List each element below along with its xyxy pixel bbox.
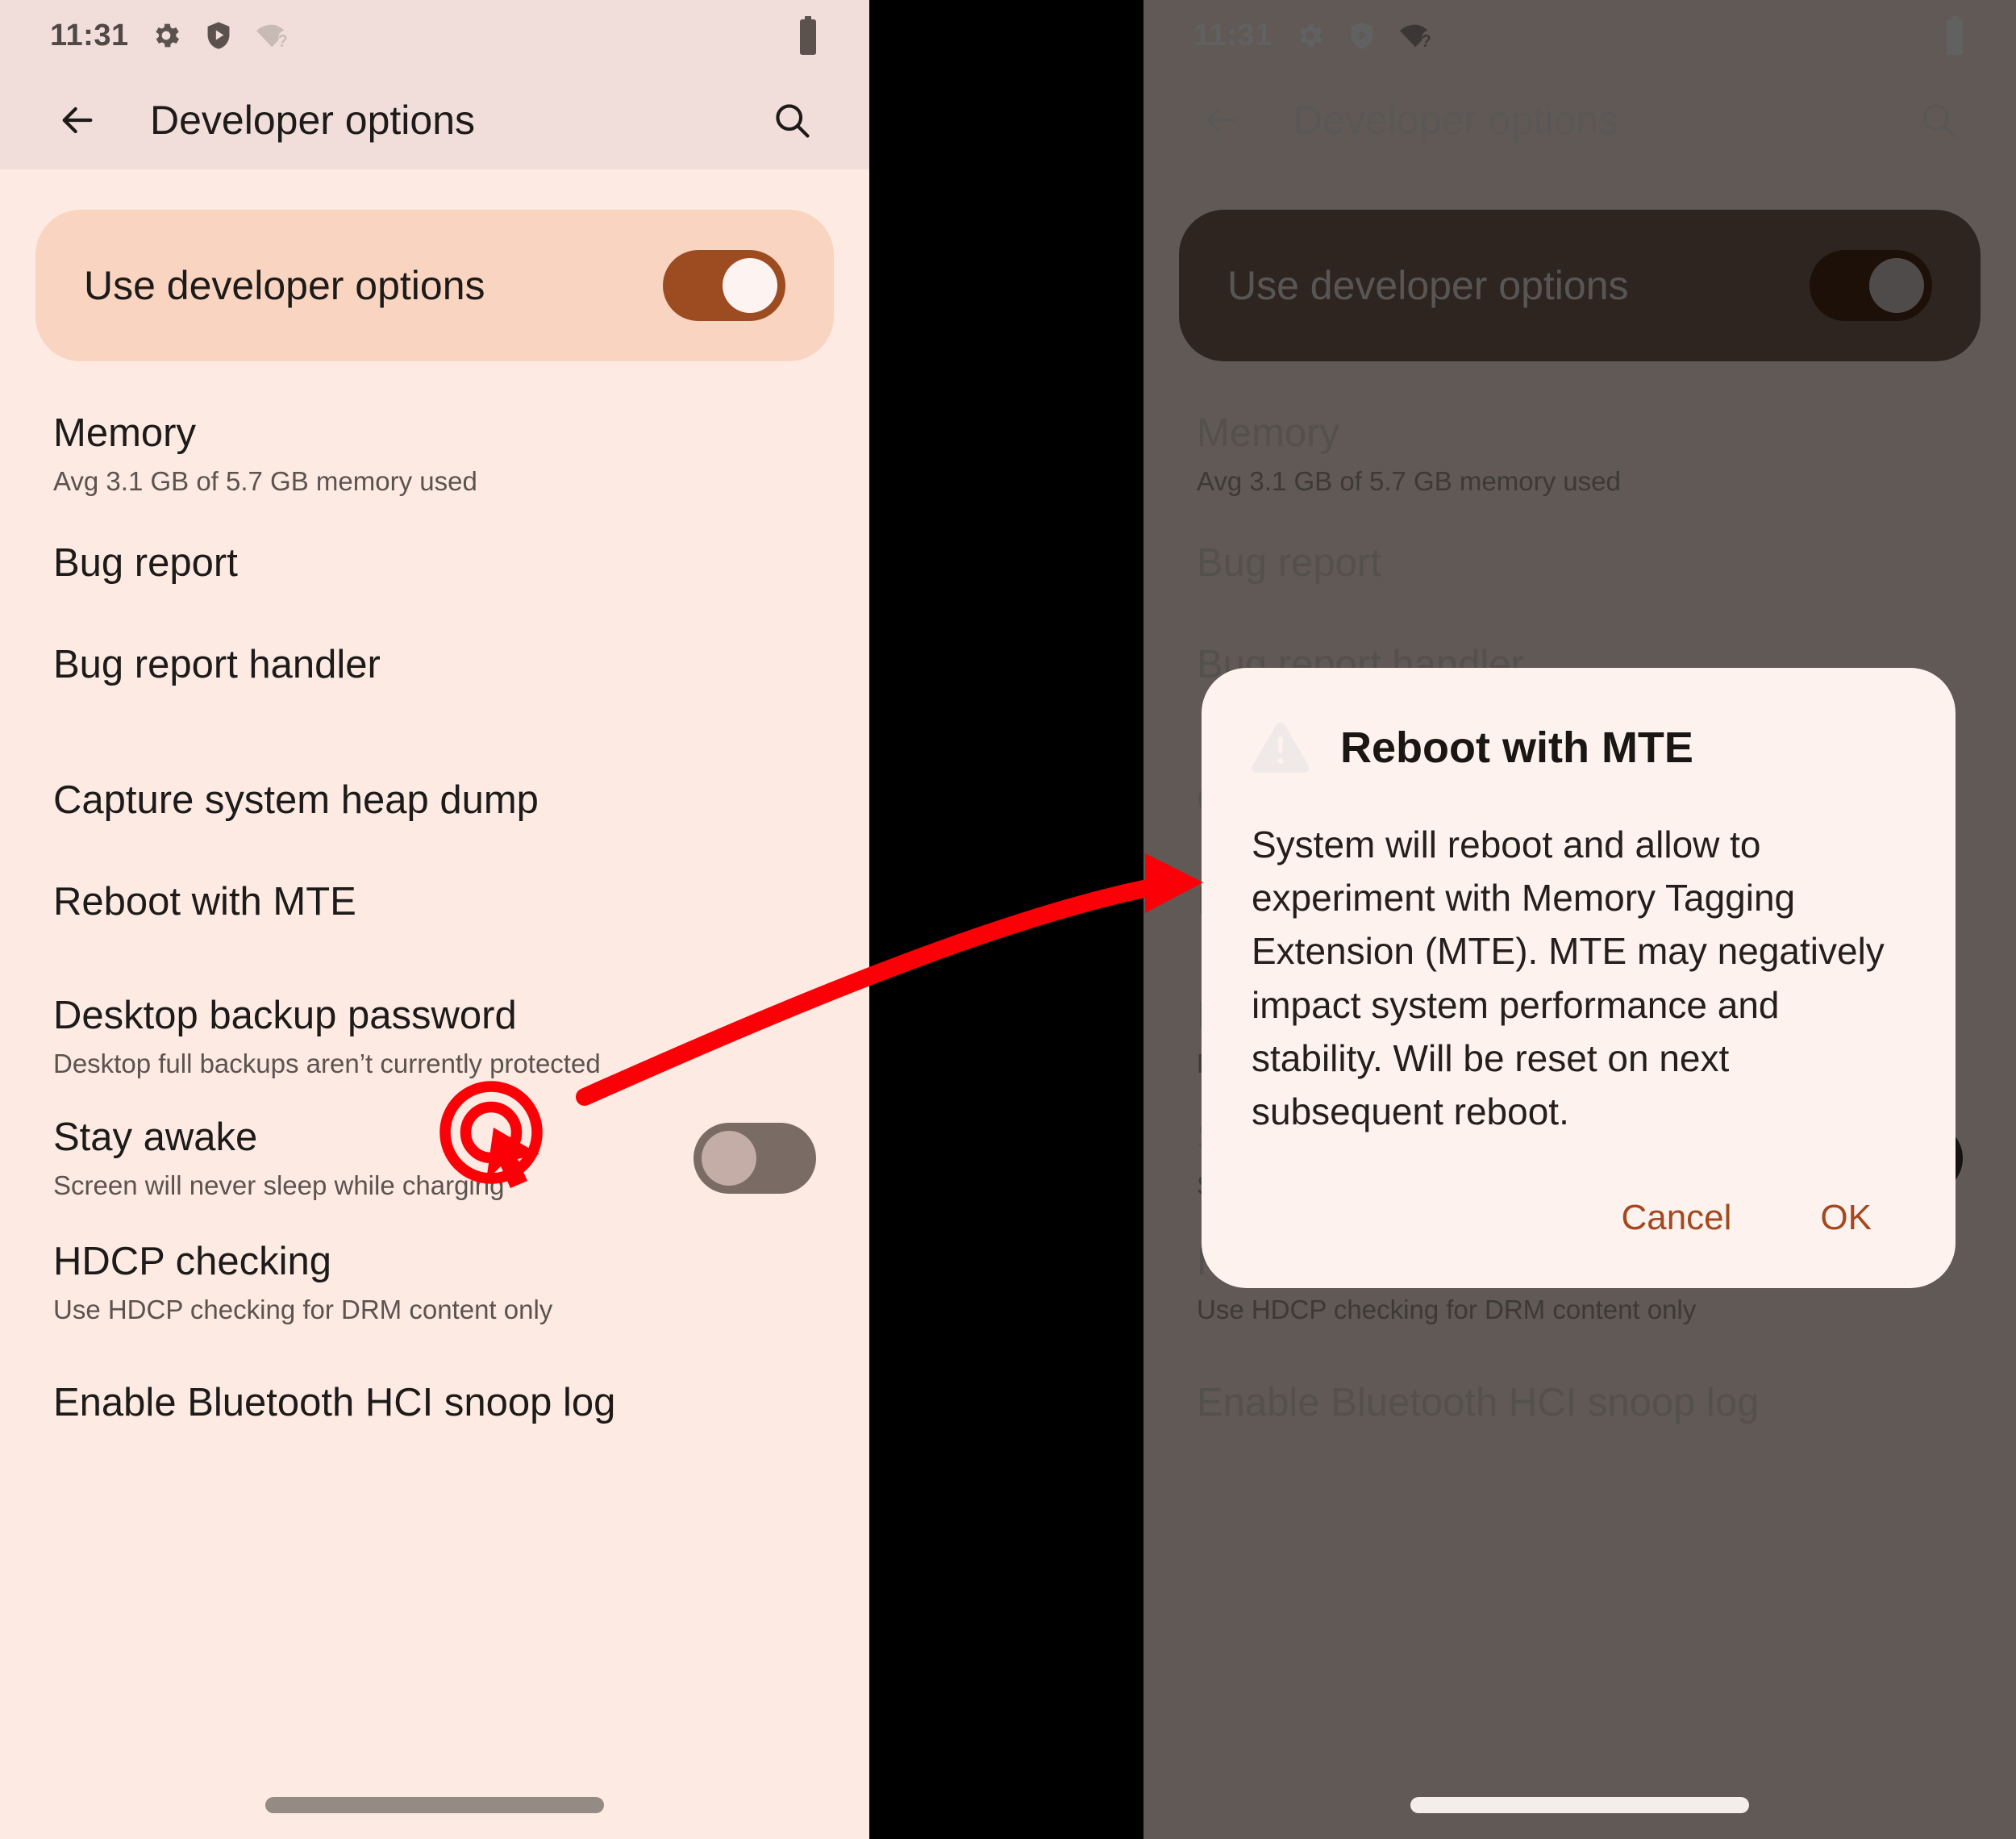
use-developer-options-card[interactable]: Use developer options — [35, 210, 834, 361]
list-item-subtitle: Use HDCP checking for DRM content only — [53, 1295, 553, 1325]
home-indicator[interactable] — [265, 1797, 604, 1813]
wifi-question-icon — [256, 24, 287, 48]
list-item-desktop-backup-password[interactable]: Desktop backup password Desktop full bac… — [0, 994, 869, 1079]
search-button[interactable] — [1908, 90, 1969, 151]
list-item-title: Bug report handler — [53, 643, 381, 687]
list-item-title: Bug report — [53, 541, 238, 586]
app-bar: Developer options — [1143, 71, 2016, 169]
list-item-subtitle: Desktop full backups aren’t currently pr… — [53, 1049, 601, 1079]
settings-content: Use developer options Memory Avg 3.1 GB … — [0, 210, 869, 1445]
list-item-bug-report[interactable]: Bug report — [1143, 521, 2016, 605]
phone-screen-before: 11:31 Developer options Use developer op… — [0, 0, 869, 1839]
list-item-bug-report-handler[interactable]: Bug report handler — [0, 623, 869, 707]
page-title: Developer options — [1293, 98, 1619, 143]
list-item-memory[interactable]: Memory Avg 3.1 GB of 5.7 GB memory used — [1143, 411, 2016, 497]
click-target-cursor-icon — [439, 1081, 543, 1188]
list-item-enable-bluetooth-hci-snoop-log[interactable]: Enable Bluetooth HCI snoop log — [0, 1362, 869, 1445]
status-bar-right — [1942, 16, 2016, 55]
search-icon — [776, 104, 810, 138]
use-developer-options-label: Use developer options — [1227, 263, 1629, 308]
status-bar-icons — [150, 19, 290, 52]
list-item-title: HDCP checking — [53, 1240, 331, 1284]
cancel-button[interactable]: Cancel — [1600, 1182, 1752, 1254]
status-bar-right — [795, 16, 869, 55]
list-item-title: Desktop backup password — [53, 994, 517, 1038]
list-item-enable-bluetooth-hci-snoop-log[interactable]: Enable Bluetooth HCI snoop log — [1143, 1362, 2016, 1445]
search-icon — [1922, 104, 1956, 138]
back-button[interactable] — [1190, 90, 1252, 151]
warning-triangle-icon — [1252, 723, 1310, 773]
toggle-thumb — [723, 258, 777, 313]
reboot-with-mte-dialog: Reboot with MTE System will reboot and a… — [1202, 668, 1956, 1289]
list-item-title: Stay awake — [53, 1115, 258, 1159]
dialog-body: System will reboot and allow to experime… — [1252, 824, 1885, 1133]
battery-charging-icon — [1947, 16, 1963, 55]
app-bar: Developer options — [0, 71, 869, 169]
list-item-title: Memory — [53, 411, 196, 455]
wifi-question-icon — [1399, 24, 1431, 48]
list-item-capture-system-heap-dump[interactable]: Capture system heap dump — [0, 758, 869, 842]
list-item-memory[interactable]: Memory Avg 3.1 GB of 5.7 GB memory used — [0, 411, 869, 497]
toggle-thumb — [702, 1131, 756, 1186]
list-item-reboot-with-mte[interactable]: Reboot with MTE — [0, 860, 869, 944]
settings-list: Memory Avg 3.1 GB of 5.7 GB memory used … — [0, 411, 869, 1445]
list-item-subtitle: Avg 3.1 GB of 5.7 GB memory used — [1197, 465, 1621, 496]
use-developer-options-toggle[interactable] — [663, 250, 785, 321]
list-item-title: Bug report — [1197, 541, 1381, 586]
status-bar-icons — [1293, 19, 1434, 52]
list-item-subtitle: Use HDCP checking for DRM content only — [1197, 1295, 1697, 1325]
back-arrow-icon — [1206, 106, 1236, 134]
dialog-header: Reboot with MTE — [1252, 721, 1906, 774]
home-indicator[interactable] — [1410, 1797, 1749, 1813]
list-item-subtitle: Screen will never sleep while charging — [53, 1170, 505, 1200]
search-button[interactable] — [761, 90, 823, 151]
battery-charging-icon — [800, 16, 816, 55]
list-item-title: Reboot with MTE — [53, 880, 356, 924]
dialog-actions: Cancel OK — [1252, 1182, 1906, 1254]
back-arrow-icon — [62, 106, 93, 134]
list-item-bug-report[interactable]: Bug report — [0, 521, 869, 605]
shield-play-icon — [1351, 22, 1373, 49]
list-item-subtitle: Avg 3.1 GB of 5.7 GB memory used — [53, 465, 477, 496]
stay-awake-toggle[interactable] — [694, 1123, 816, 1195]
status-bar-clock: 11:31 — [50, 18, 129, 52]
gear-icon — [155, 23, 179, 48]
screenshot-stage: 11:31 Developer options Use developer op… — [0, 0, 2016, 1839]
use-developer-options-card[interactable]: Use developer options — [1179, 210, 1981, 361]
list-item-title: Memory — [1197, 411, 1339, 455]
status-bar-clock: 11:31 — [1193, 18, 1272, 52]
use-developer-options-label: Use developer options — [84, 263, 485, 308]
page-title: Developer options — [150, 98, 476, 143]
ok-button[interactable]: OK — [1799, 1182, 1893, 1254]
status-bar: 11:31 — [1143, 0, 2016, 71]
use-developer-options-toggle[interactable] — [1810, 250, 1932, 321]
list-item-hdcp-checking[interactable]: HDCP checking Use HDCP checking for DRM … — [0, 1240, 869, 1325]
dialog-title: Reboot with MTE — [1340, 724, 1693, 772]
shield-play-icon — [207, 22, 230, 49]
list-item-title: Capture system heap dump — [53, 778, 539, 823]
gear-icon — [1298, 23, 1322, 48]
list-item-title: Enable Bluetooth HCI snoop log — [53, 1381, 616, 1425]
list-item-stay-awake[interactable]: Stay awake Screen will never sleep while… — [0, 1115, 869, 1201]
back-button[interactable] — [47, 90, 108, 151]
panel-divider — [869, 0, 1143, 1839]
list-item-title: Enable Bluetooth HCI snoop log — [1197, 1381, 1760, 1425]
toggle-thumb — [1869, 258, 1924, 313]
status-bar: 11:31 — [0, 0, 869, 71]
